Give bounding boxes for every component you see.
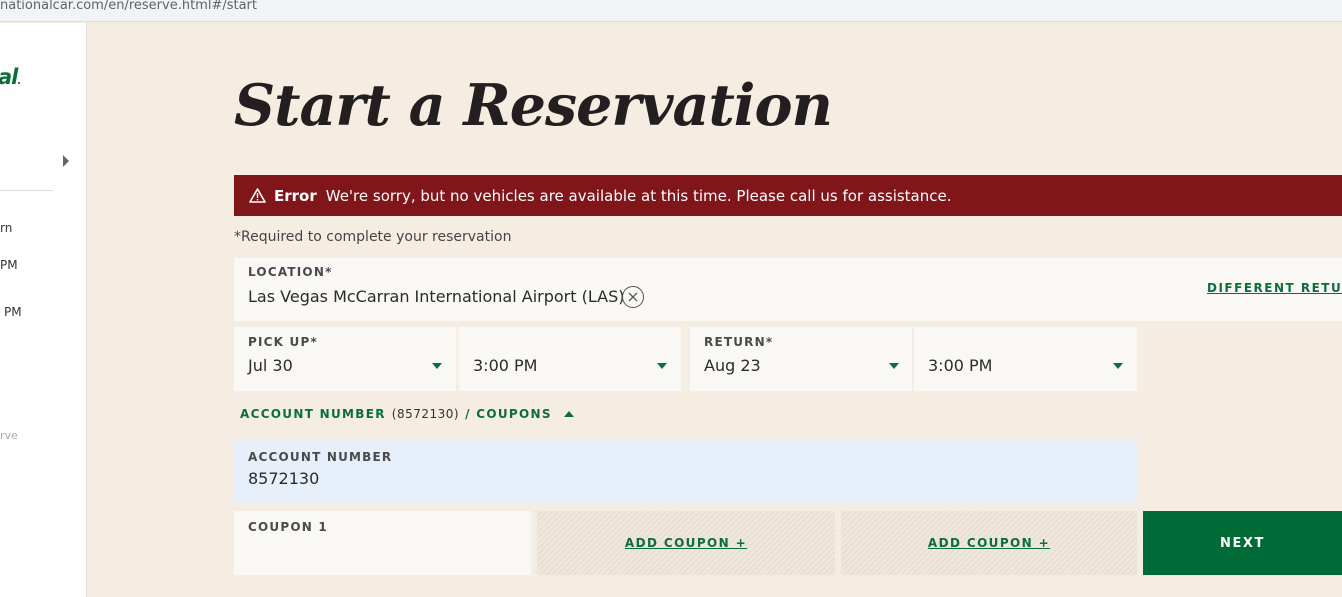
different-return-link[interactable]: DIFFERENT RETURN [1207,281,1342,295]
chevron-down-icon [432,363,442,369]
error-banner: Error We're sorry, but no vehicles are a… [234,175,1342,216]
close-icon [628,292,638,302]
logo-mark: . [17,76,21,87]
sidebar-item-return: rn [0,221,13,235]
account-number-input[interactable]: 8572130 [248,469,319,488]
sidebar-item-pickup-time: PM [0,258,18,272]
pickup-date-value: Jul 30 [248,356,293,375]
return-date-select[interactable]: RETURN* Aug 23 [690,327,912,391]
account-number-field[interactable]: ACCOUNT NUMBER 8572130 [234,440,1137,504]
coupon-1-field[interactable]: COUPON 1 [234,511,531,575]
next-button[interactable]: NEXT [1143,511,1342,575]
logo-text: al [0,65,18,89]
sidebar-item-reserve[interactable]: rve [0,429,18,442]
chevron-right-icon[interactable] [63,155,69,167]
url-text[interactable]: nationalcar.com/en/reserve.html#/start [0,0,257,12]
page-title: Start a Reservation [234,72,833,139]
location-label: LOCATION* [248,265,333,279]
required-note: *Required to complete your reservation [234,229,512,245]
pickup-time-value: 3:00 PM [473,356,538,375]
location-field[interactable]: LOCATION* Las Vegas McCarran Internation… [234,258,1342,321]
coupons-toggle-label: / COUPONS [465,407,552,421]
chevron-down-icon [1113,363,1123,369]
error-message: We're sorry, but no vehicles are availab… [325,186,952,205]
location-value[interactable]: Las Vegas McCarran International Airport… [248,287,624,306]
sidebar-divider [0,190,53,191]
chevron-down-icon [889,363,899,369]
add-coupon-slot-1[interactable]: ADD COUPON + [537,511,835,575]
pickup-date-select[interactable]: PICK UP* Jul 30 [234,327,456,391]
pickup-time-select[interactable]: 3:00 PM [459,327,681,391]
add-coupon-slot-2[interactable]: ADD COUPON + [841,511,1137,575]
return-time-select[interactable]: 3:00 PM [914,327,1137,391]
account-toggle-number: (8572130) [391,407,460,421]
sidebar: al. rn PM PM rve [0,23,87,597]
return-label: RETURN* [704,335,774,349]
coupon-1-label: COUPON 1 [248,520,328,534]
chevron-up-icon [563,411,574,417]
account-toggle-label: ACCOUNT NUMBER [240,407,386,421]
pickup-label: PICK UP* [248,335,318,349]
add-coupon-button[interactable]: ADD COUPON + [625,536,747,550]
national-logo[interactable]: al. [0,65,21,89]
return-time-value: 3:00 PM [928,356,993,375]
browser-url-bar[interactable]: nationalcar.com/en/reserve.html#/start [0,0,1342,22]
clear-location-button[interactable] [622,286,644,308]
warning-icon [249,188,266,203]
sidebar-item-return-time: PM [4,305,22,319]
add-coupon-button[interactable]: ADD COUPON + [928,536,1050,550]
return-date-value: Aug 23 [704,356,761,375]
account-number-label: ACCOUNT NUMBER [248,450,393,464]
error-label: Error [274,186,317,205]
account-coupons-toggle[interactable]: ACCOUNT NUMBER (8572130) / COUPONS [240,407,574,421]
chevron-down-icon [657,363,667,369]
